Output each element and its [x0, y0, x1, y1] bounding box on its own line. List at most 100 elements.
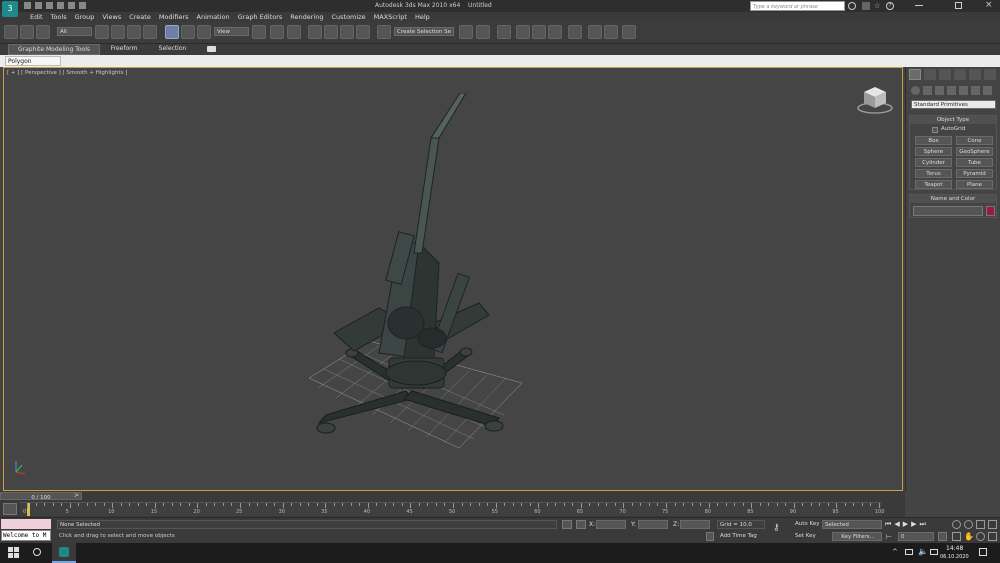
add-time-tag[interactable]: Add Time Tag	[720, 533, 757, 539]
curve-editor-icon[interactable]	[532, 25, 546, 39]
undo-toolbar-icon[interactable]	[4, 25, 18, 39]
object-name-input[interactable]	[913, 206, 983, 216]
menu-animation[interactable]: Animation	[197, 13, 230, 21]
mirror-icon[interactable]	[459, 25, 473, 39]
menu-modifiers[interactable]: Modifiers	[159, 13, 189, 21]
windows-start-icon[interactable]	[8, 547, 19, 558]
time-slider[interactable]: 0 / 100	[0, 492, 82, 501]
rectangular-selection-icon[interactable]	[127, 25, 141, 39]
model-flak-gun[interactable]	[294, 93, 534, 453]
cameras-icon[interactable]	[947, 86, 956, 95]
set-key-button[interactable]: Set Key	[795, 532, 820, 541]
pan-view-icon[interactable]: ✋	[964, 532, 974, 541]
auto-key-button[interactable]: Auto Key	[795, 520, 820, 529]
y-coordinate-field[interactable]	[638, 520, 668, 529]
percent-snap-icon[interactable]	[340, 25, 354, 39]
helpers-icon[interactable]	[959, 86, 968, 95]
pivot-center-icon[interactable]	[252, 25, 266, 39]
select-and-rotate-icon[interactable]	[181, 25, 195, 39]
time-configuration-icon[interactable]	[938, 532, 947, 541]
taskbar-search-icon[interactable]	[33, 548, 41, 556]
tab-graphite-modeling-tools[interactable]: Graphite Modeling Tools	[8, 44, 100, 55]
plane-button[interactable]: Plane	[956, 180, 993, 189]
go-to-start-icon[interactable]: ⏮	[885, 520, 891, 530]
x-coordinate-field[interactable]	[596, 520, 626, 529]
prev-frame-arrow-icon[interactable]: >	[74, 492, 79, 499]
open-file-icon[interactable]	[35, 2, 42, 9]
cone-button[interactable]: Cone	[956, 136, 993, 145]
volume-icon[interactable]: 🔈	[918, 547, 928, 556]
render-setup-icon[interactable]	[588, 25, 602, 39]
geosphere-button[interactable]: GeoSphere	[956, 147, 993, 156]
next-frame-icon[interactable]: ▶	[911, 520, 916, 530]
geometry-icon[interactable]	[911, 86, 920, 95]
new-file-icon[interactable]	[24, 2, 31, 9]
taskbar-time[interactable]: 14:48	[946, 545, 963, 552]
track-bar[interactable]: 0 5 10 15 20 25 30 35 40 45 50 55 60 65 70 75 80 85 90 95 10…	[20, 502, 885, 516]
search-input[interactable]: Type a keyword or phrase	[750, 1, 845, 11]
render-production-icon[interactable]	[622, 25, 636, 39]
key-mode-icon[interactable]: ⊢	[886, 533, 892, 541]
shapes-icon[interactable]	[923, 86, 932, 95]
lock-selection-icon[interactable]	[562, 520, 572, 529]
undo-icon[interactable]	[57, 2, 64, 9]
spinner-snap-icon[interactable]	[356, 25, 370, 39]
notifications-icon[interactable]	[979, 548, 987, 556]
material-editor-icon[interactable]	[568, 25, 582, 39]
align-icon[interactable]	[476, 25, 490, 39]
edit-named-selection-icon[interactable]	[377, 25, 391, 39]
polygon-modeling-panel[interactable]: Polygon Modeling	[5, 56, 61, 74]
menu-group[interactable]: Group	[75, 13, 95, 21]
select-and-move-icon[interactable]	[165, 25, 179, 39]
menu-graph-editors[interactable]: Graph Editors	[238, 13, 283, 21]
tab-selection[interactable]: Selection	[150, 44, 195, 55]
time-tag-icon[interactable]	[706, 532, 714, 541]
perspective-viewport[interactable]: [ + ] [ Perspective ] [ Smooth + Highlig…	[3, 67, 903, 491]
layer-manager-icon[interactable]	[497, 25, 511, 39]
select-by-name-icon[interactable]	[111, 25, 125, 39]
angle-snap-icon[interactable]	[324, 25, 338, 39]
redo-icon[interactable]	[68, 2, 75, 9]
name-and-color-header[interactable]: Name and Color	[910, 195, 996, 203]
open-mini-curve-editor-icon[interactable]	[3, 503, 17, 515]
hierarchy-tab-icon[interactable]	[939, 69, 951, 80]
communication-center-icon[interactable]	[862, 2, 870, 10]
object-color-swatch[interactable]	[986, 206, 995, 216]
menu-customize[interactable]: Customize	[331, 13, 365, 21]
menu-rendering[interactable]: Rendering	[290, 13, 323, 21]
viewcube-icon[interactable]	[856, 83, 894, 115]
network-icon[interactable]	[905, 549, 913, 555]
reference-coordinate-dropdown[interactable]: View	[214, 27, 249, 36]
maximize-viewport-icon[interactable]	[988, 532, 997, 541]
menu-maxscript[interactable]: MAXScript	[374, 13, 407, 21]
tube-button[interactable]: Tube	[956, 158, 993, 167]
schematic-view-icon[interactable]	[548, 25, 562, 39]
taskbar-date[interactable]: 06.10.2020	[940, 554, 969, 560]
systems-icon[interactable]	[983, 86, 992, 95]
selected-dropdown[interactable]: Selected	[822, 520, 882, 529]
menu-views[interactable]: Views	[102, 13, 121, 21]
set-key-icon[interactable]: ⚷	[773, 523, 780, 533]
display-tab-icon[interactable]	[969, 69, 981, 80]
category-dropdown[interactable]: Standard Primitives	[911, 100, 996, 109]
selection-filter-dropdown[interactable]: All	[57, 27, 92, 36]
modify-tab-icon[interactable]	[924, 69, 936, 80]
zoom-all-icon[interactable]	[964, 520, 973, 529]
current-frame-field[interactable]: 0	[898, 532, 934, 541]
link-icon[interactable]	[36, 25, 50, 39]
help-icon[interactable]: ?	[886, 2, 894, 10]
snaps-toggle-icon[interactable]	[308, 25, 322, 39]
key-filters-button[interactable]: Key Filters...	[832, 532, 882, 541]
sphere-button[interactable]: Sphere	[915, 147, 952, 156]
utilities-tab-icon[interactable]	[984, 69, 996, 80]
select-manipulate-icon[interactable]	[270, 25, 284, 39]
graphite-toggle-icon[interactable]	[516, 25, 530, 39]
torus-button[interactable]: Torus	[915, 169, 952, 178]
maxscript-listener-top[interactable]	[1, 519, 51, 529]
play-icon[interactable]: ▶	[903, 520, 908, 530]
menu-create[interactable]: Create	[129, 13, 151, 21]
viewport-label[interactable]: [ + ] [ Perspective ] [ Smooth + Highlig…	[7, 70, 127, 76]
app-logo-icon[interactable]: 3	[2, 1, 18, 17]
zoom-icon[interactable]	[952, 520, 961, 529]
menu-tools[interactable]: Tools	[51, 13, 67, 21]
